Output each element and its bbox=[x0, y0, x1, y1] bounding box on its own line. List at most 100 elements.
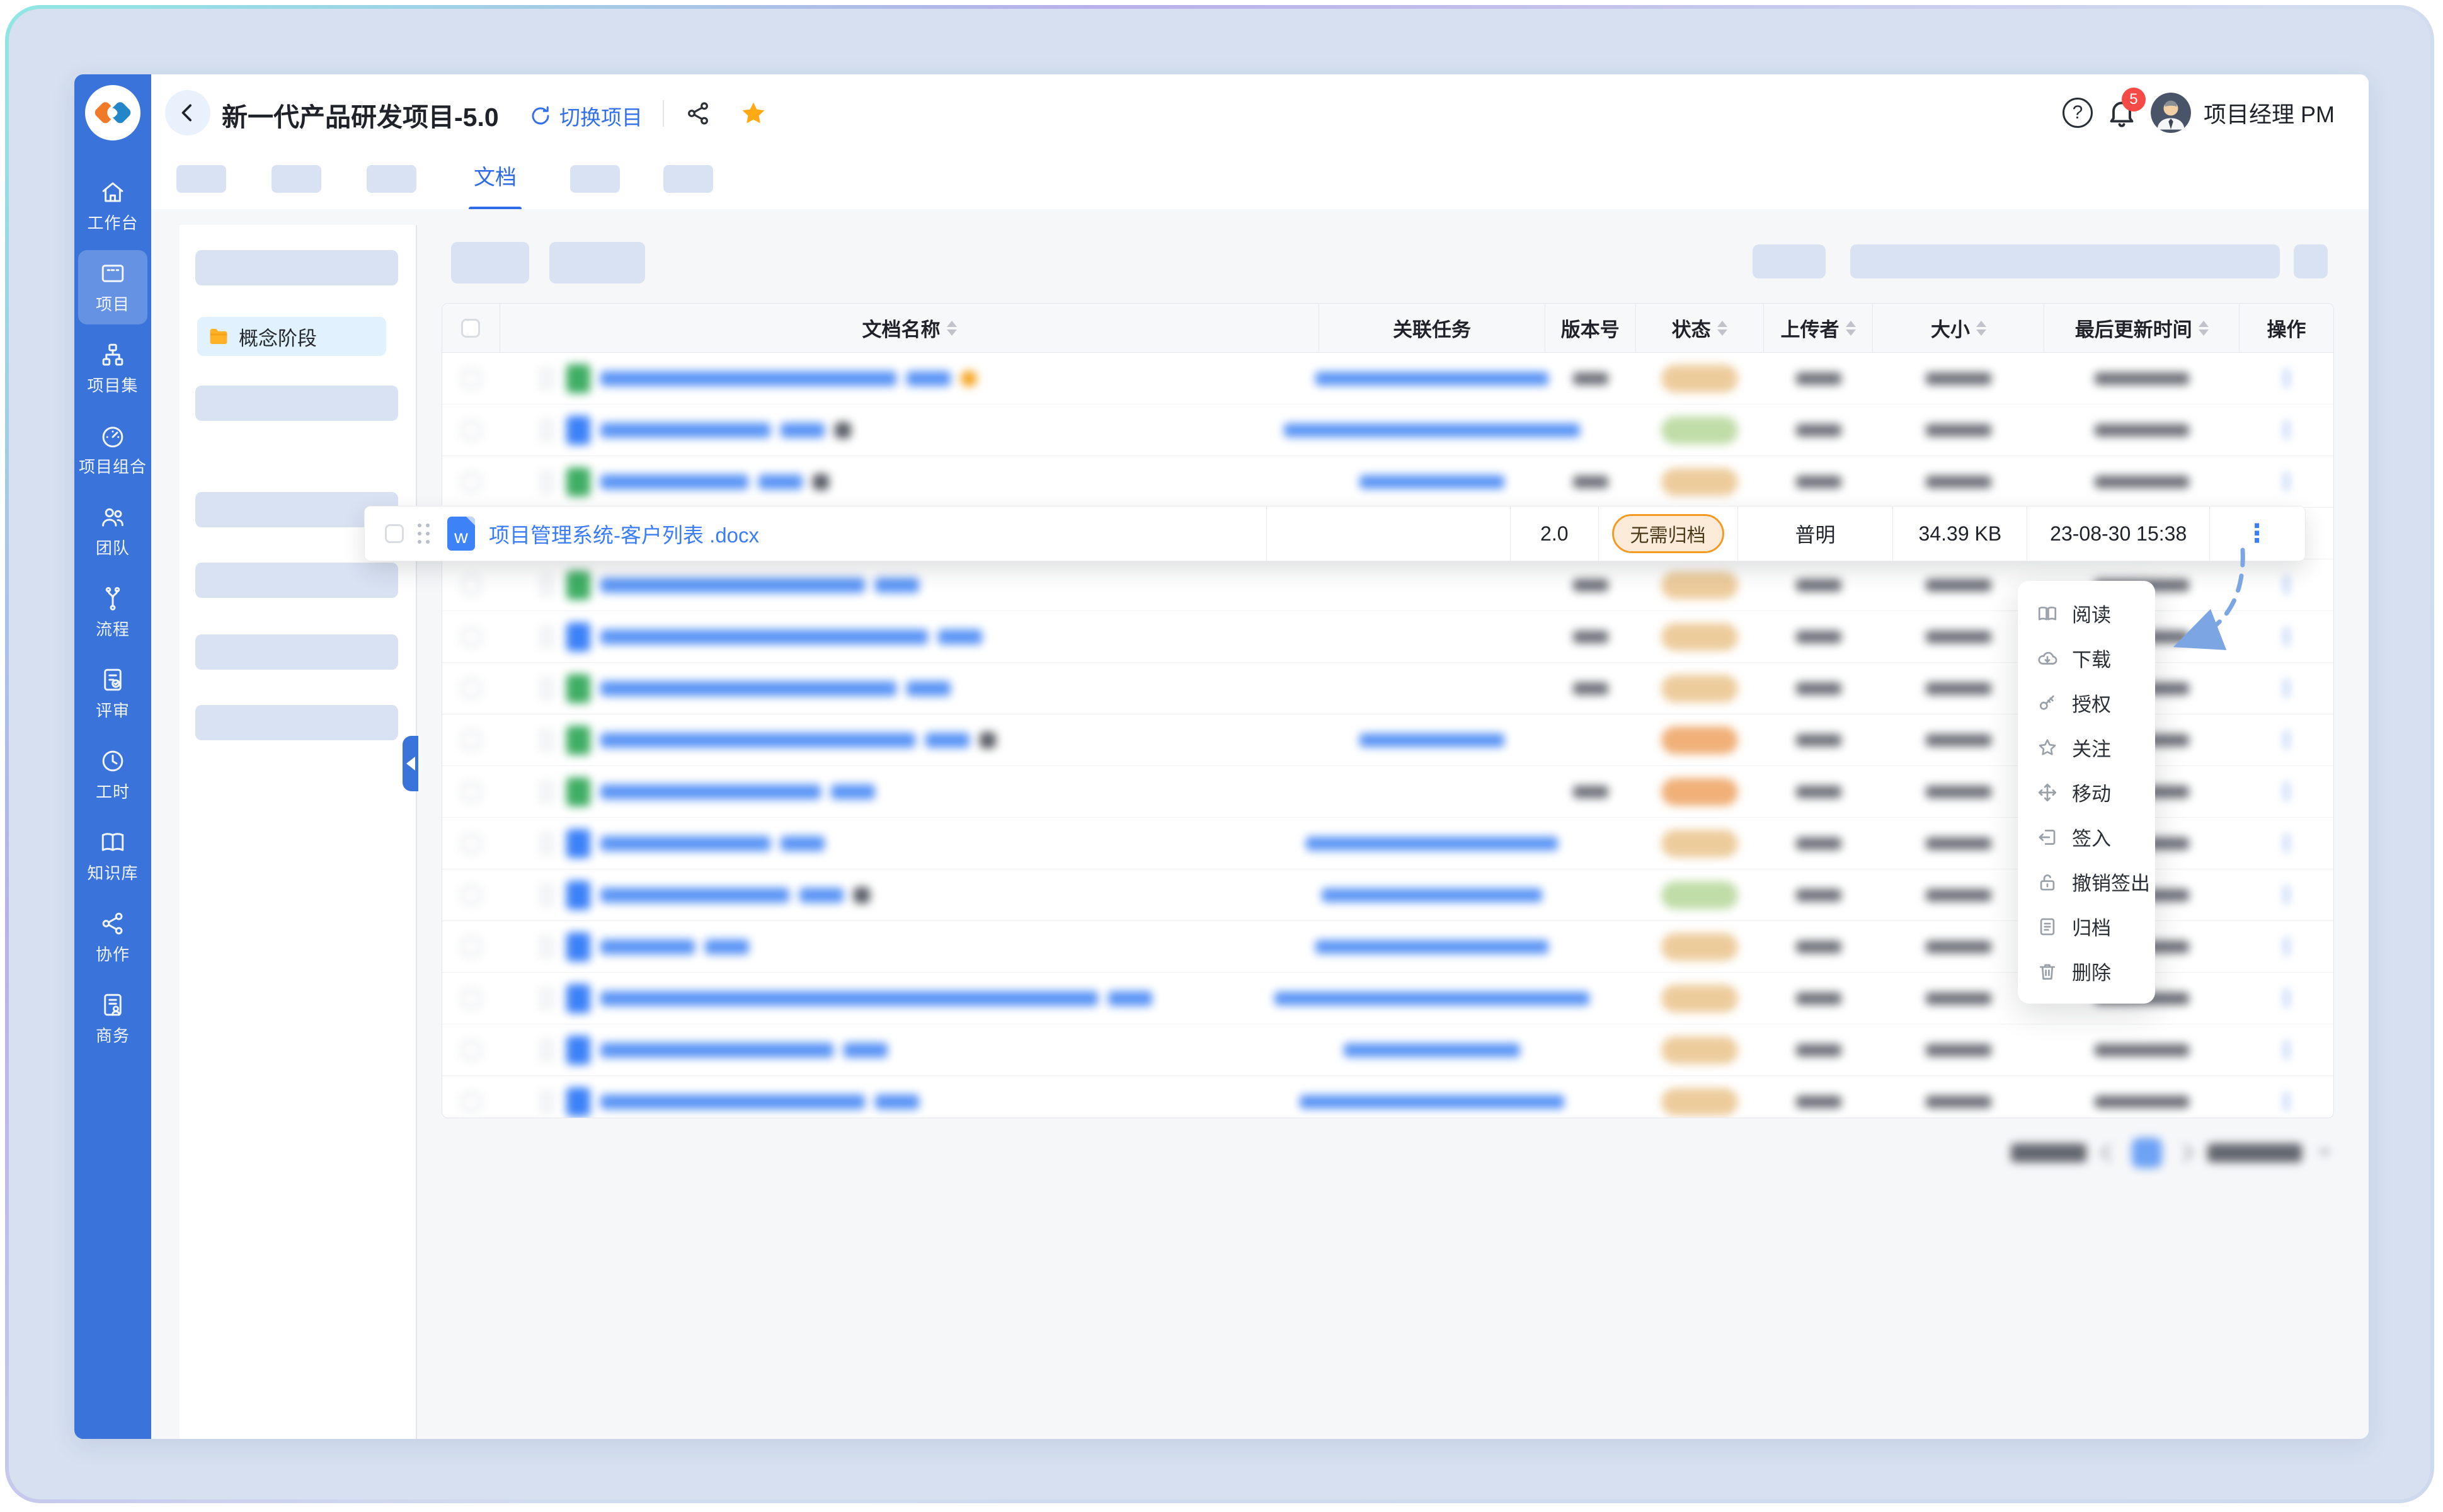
toolbar-icon-placeholder[interactable] bbox=[2294, 244, 2328, 278]
table-row[interactable]: ⋮ bbox=[442, 353, 2333, 404]
sort-icon[interactable] bbox=[947, 321, 957, 336]
more-actions-button[interactable]: ⋮ bbox=[2276, 1089, 2297, 1114]
home-icon bbox=[100, 179, 126, 205]
menu-item-read[interactable]: 阅读 bbox=[2018, 591, 2155, 636]
avatar[interactable] bbox=[2151, 93, 2191, 133]
menu-item-download[interactable]: 下载 bbox=[2018, 636, 2155, 680]
lock-icon bbox=[980, 732, 996, 748]
folder-panel-placeholder bbox=[195, 386, 398, 421]
menu-item-move[interactable]: 移动 bbox=[2018, 770, 2155, 815]
more-actions-button[interactable]: ⋮ bbox=[2276, 418, 2297, 443]
drag-handle-icon[interactable] bbox=[418, 524, 430, 544]
app-logo-icon[interactable] bbox=[85, 85, 140, 140]
column-header-status[interactable]: 状态 bbox=[1636, 304, 1764, 352]
status-badge-blurred bbox=[1661, 1088, 1738, 1116]
column-header-updated[interactable]: 最后更新时间 bbox=[2044, 304, 2240, 352]
tab-placeholder-1[interactable] bbox=[176, 165, 226, 193]
book-icon bbox=[100, 829, 126, 856]
sidebar-item-process[interactable]: 流程 bbox=[78, 575, 147, 650]
sidebar-item-project-set[interactable]: 项目集 bbox=[78, 331, 147, 406]
column-label: 操作 bbox=[2267, 314, 2306, 342]
more-actions-button[interactable]: ⋮ bbox=[2276, 1038, 2297, 1063]
panel-collapse-handle[interactable] bbox=[403, 736, 418, 791]
menu-item-authorize[interactable]: 授权 bbox=[2018, 680, 2155, 725]
size-cell: 34.39 KB bbox=[1892, 507, 2027, 561]
sidebar-item-knowledge[interactable]: 知识库 bbox=[78, 819, 147, 893]
more-actions-button[interactable]: ⋮ bbox=[2276, 676, 2297, 701]
toolbar-button-placeholder-1[interactable] bbox=[451, 242, 529, 284]
table-row[interactable]: ⋮ bbox=[442, 456, 2333, 508]
next-page-button[interactable] bbox=[2176, 1144, 2194, 1162]
sidebar-item-portfolio[interactable]: 项目组合 bbox=[78, 413, 147, 487]
select-all-header-cell[interactable] bbox=[442, 304, 500, 352]
switch-project-button[interactable]: 切换项目 bbox=[529, 101, 643, 131]
table-row[interactable]: ⋮ bbox=[442, 1024, 2333, 1076]
more-actions-button[interactable]: ⋮ bbox=[2245, 519, 2271, 548]
more-actions-button[interactable]: ⋮ bbox=[2276, 779, 2297, 805]
column-header-size[interactable]: 大小 bbox=[1873, 304, 2044, 352]
lock-icon bbox=[813, 474, 829, 490]
menu-item-archive[interactable]: 归档 bbox=[2018, 904, 2155, 949]
column-header-uploader[interactable]: 上传者 bbox=[1764, 304, 1874, 352]
help-icon[interactable]: ? bbox=[2063, 98, 2093, 128]
back-button[interactable] bbox=[165, 90, 210, 135]
row-actions-cell: ⋮ bbox=[2209, 507, 2305, 561]
more-actions-button[interactable]: ⋮ bbox=[2276, 831, 2297, 856]
highlighted-document-row[interactable]: w 项目管理系统-客户列表 .docx 2.0 无需归档 普明 34.39 KB… bbox=[364, 506, 2306, 561]
sort-icon[interactable] bbox=[1846, 321, 1856, 336]
more-actions-button[interactable]: ⋮ bbox=[2276, 624, 2297, 650]
sidebar-item-team[interactable]: 团队 bbox=[78, 494, 147, 568]
column-label: 状态 bbox=[1672, 314, 1711, 342]
column-header-doc-name[interactable]: 文档名称 bbox=[500, 304, 1319, 352]
current-page-button[interactable] bbox=[2132, 1138, 2162, 1168]
menu-item-undo-checkout[interactable]: 撤销签出 bbox=[2018, 859, 2155, 904]
sort-icon[interactable] bbox=[1976, 321, 1986, 336]
more-actions-button[interactable]: ⋮ bbox=[2276, 366, 2297, 391]
status-badge-blurred bbox=[1661, 830, 1738, 857]
more-actions-button[interactable]: ⋮ bbox=[2276, 469, 2297, 495]
toolbar-button-placeholder-2[interactable] bbox=[549, 242, 645, 284]
more-actions-button[interactable]: ⋮ bbox=[2276, 728, 2297, 753]
sidebar-item-business[interactable]: 商务 bbox=[78, 982, 147, 1056]
more-actions-button[interactable]: ⋮ bbox=[2276, 986, 2297, 1011]
document-name-link[interactable]: 项目管理系统-客户列表 .docx bbox=[489, 518, 759, 549]
updated-cell: 23-08-30 15:38 bbox=[2027, 507, 2209, 561]
folder-item-concept-stage[interactable]: 概念阶段 bbox=[197, 317, 386, 356]
lock-icon bbox=[854, 887, 870, 903]
sidebar-item-workbench[interactable]: 工作台 bbox=[78, 169, 147, 243]
sidebar-item-collab[interactable]: 协作 bbox=[78, 900, 147, 975]
menu-item-delete[interactable]: 删除 bbox=[2018, 949, 2155, 994]
sidebar-item-label: 项目 bbox=[96, 292, 130, 315]
more-actions-button[interactable]: ⋮ bbox=[2276, 573, 2297, 598]
menu-item-follow[interactable]: 关注 bbox=[2018, 725, 2155, 770]
share-button[interactable] bbox=[683, 98, 713, 129]
tab-placeholder-3[interactable] bbox=[367, 165, 416, 193]
favorite-button[interactable] bbox=[738, 98, 769, 129]
tab-placeholder-5[interactable] bbox=[663, 165, 713, 193]
sort-icon[interactable] bbox=[2199, 321, 2209, 336]
tab-placeholder-2[interactable] bbox=[272, 165, 321, 193]
sidebar-item-review[interactable]: 评审 bbox=[78, 656, 147, 731]
select-all-checkbox[interactable] bbox=[461, 319, 480, 338]
key-icon bbox=[2037, 692, 2058, 714]
menu-item-check-in[interactable]: 签入 bbox=[2018, 815, 2155, 859]
page-size-select[interactable] bbox=[2207, 1143, 2302, 1162]
tab-documents[interactable]: 文档 bbox=[464, 160, 527, 191]
table-row[interactable]: ⋮ bbox=[442, 1076, 2333, 1118]
prev-page-button[interactable] bbox=[2100, 1144, 2118, 1162]
search-input-placeholder[interactable] bbox=[1850, 244, 2280, 278]
sidebar-item-hours[interactable]: 工时 bbox=[78, 738, 147, 812]
notifications-button[interactable]: 5 bbox=[2105, 96, 2138, 129]
sidebar-item-project[interactable]: 项目 bbox=[78, 250, 147, 324]
row-checkbox[interactable] bbox=[385, 524, 404, 543]
status-badge-blurred bbox=[1661, 571, 1738, 599]
more-actions-button[interactable]: ⋮ bbox=[2276, 934, 2297, 959]
clock-icon bbox=[100, 748, 126, 774]
toolbar-right-placeholder[interactable] bbox=[1753, 244, 1826, 278]
sort-icon[interactable] bbox=[1717, 321, 1727, 336]
more-actions-button[interactable]: ⋮ bbox=[2276, 883, 2297, 908]
table-row[interactable]: ⋮ bbox=[442, 404, 2333, 456]
tab-placeholder-4[interactable] bbox=[570, 165, 620, 193]
menu-item-label: 移动 bbox=[2072, 778, 2111, 806]
status-badge-blurred bbox=[1661, 623, 1738, 651]
